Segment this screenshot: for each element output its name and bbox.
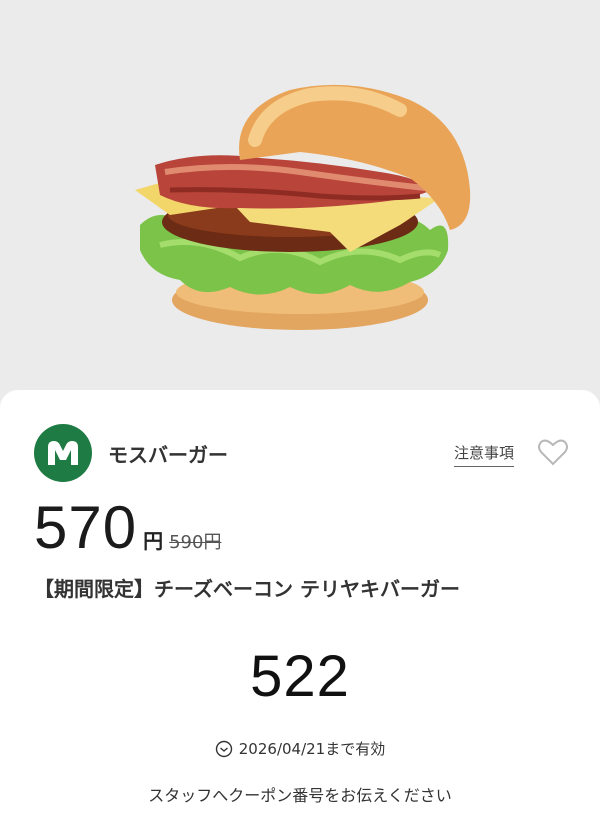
expiry-row: 2026/04/21まで有効 [0,738,600,759]
expiry-text: 2026/04/21まで有効 [238,740,386,758]
heart-outline-icon[interactable] [538,438,568,466]
mos-logo-icon [34,424,92,482]
burger-photo [135,84,471,330]
notes-link[interactable]: 注意事項 [454,442,515,467]
brand-name: モスバーガー [108,442,228,467]
product-name: 【期間限定】チーズベーコン テリヤキバーガー [34,577,460,601]
instruction-text: スタッフへクーポン番号をお伝えください [148,786,452,805]
coupon-card: モスバーガー 注意事項 570 円 590円 【期間限定】チーズベーコン テリヤ… [0,390,600,830]
clock-icon [215,740,232,757]
price-row: 570 円 590円 [34,498,221,558]
price-unit: 円 [143,529,164,553]
coupon-code: 522 [250,644,350,709]
original-price: 590円 [169,532,222,553]
product-image-area [0,0,600,400]
brand-header: モスバーガー [34,424,228,482]
sale-price: 570 [34,494,138,561]
